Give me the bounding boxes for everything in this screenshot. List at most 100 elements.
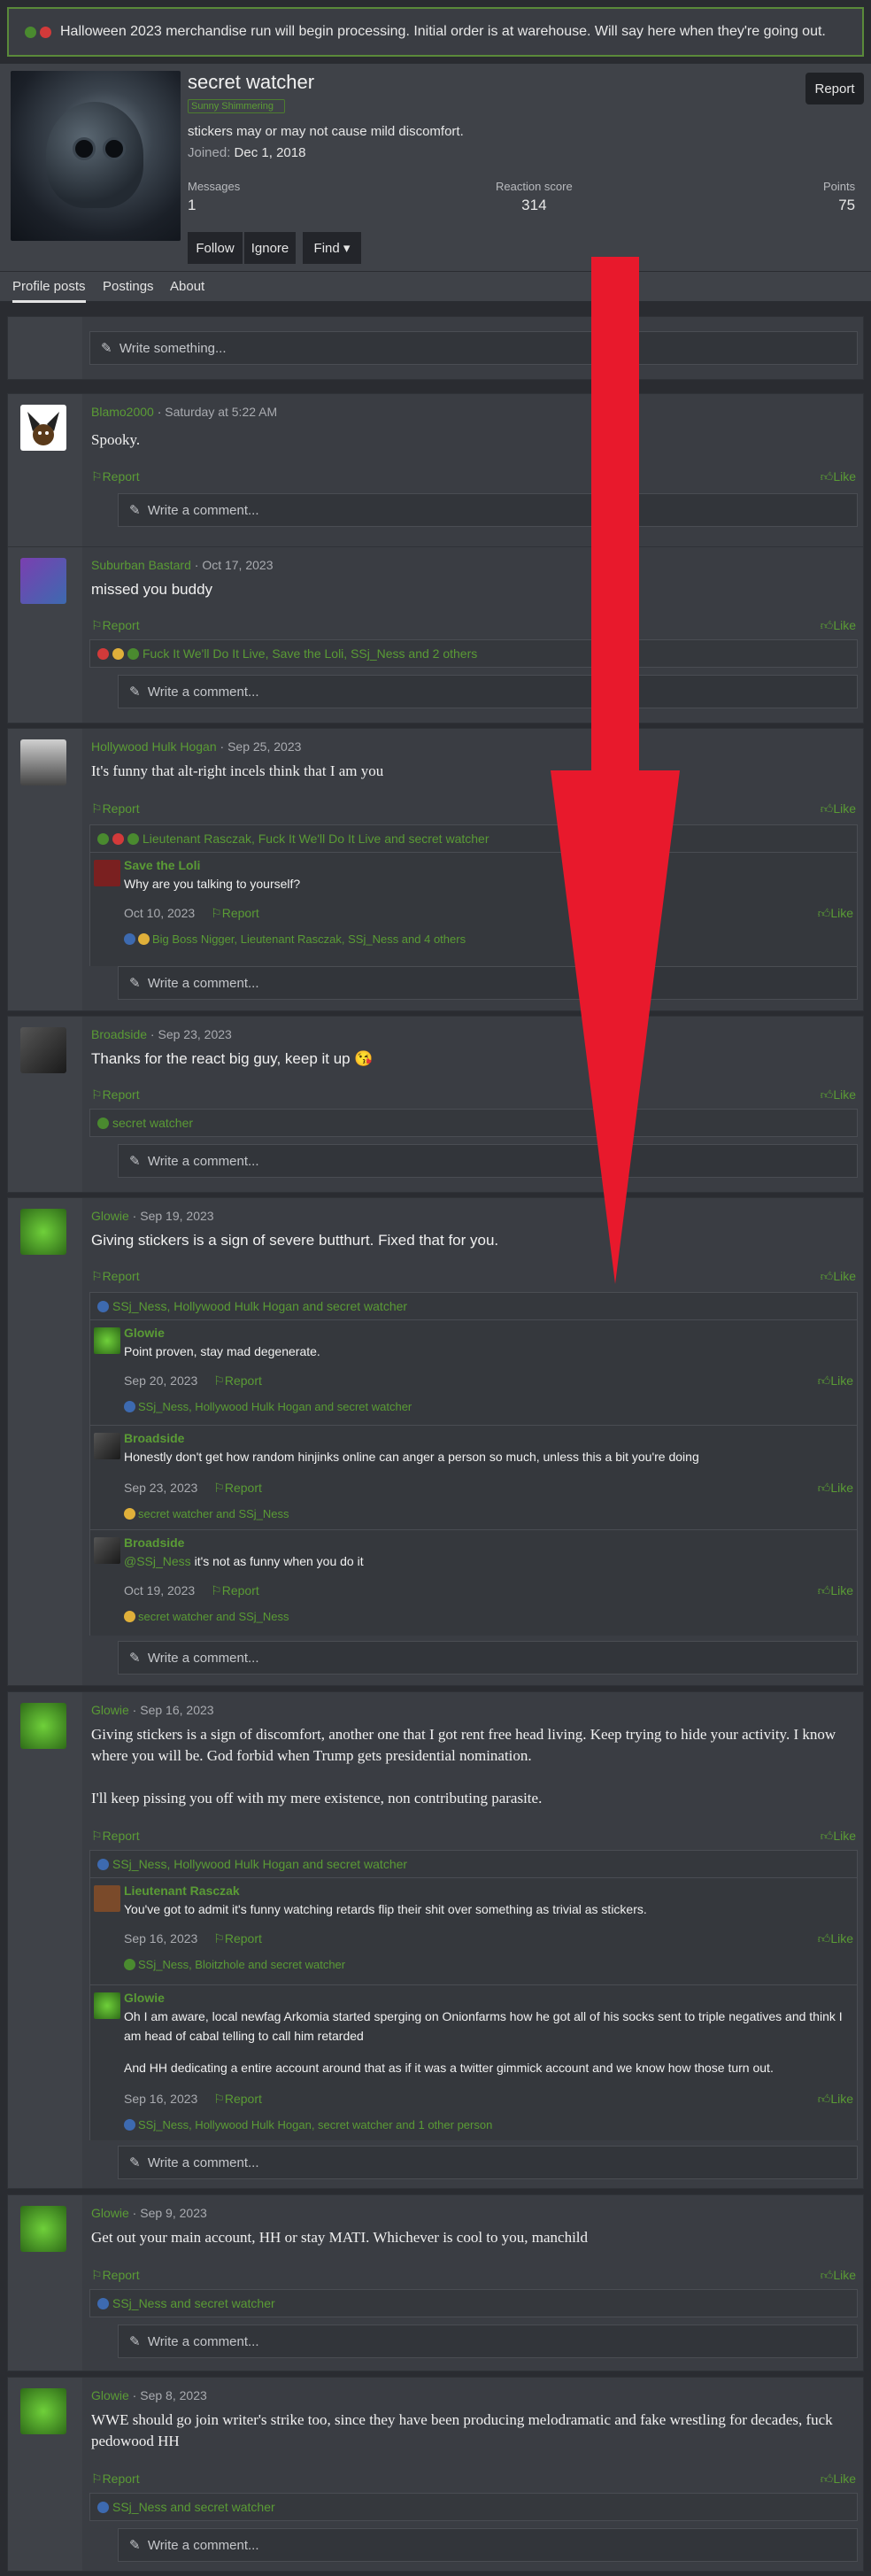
comment-date[interactable]: Sep 20, 2023 — [124, 1373, 197, 1388]
reactions-bar[interactable]: SSj_Ness and secret watcher — [89, 2493, 858, 2521]
comment-author[interactable]: Broadside — [124, 1536, 184, 1550]
report-link[interactable]: ⚐Report — [211, 1583, 259, 1597]
post-date[interactable]: Sep 25, 2023 — [227, 739, 301, 754]
post-date[interactable]: Oct 17, 2023 — [202, 558, 273, 572]
post-date[interactable]: Sep 9, 2023 — [140, 2206, 207, 2220]
comment-input[interactable]: ✎ Write a comment... — [118, 2146, 858, 2179]
comment-input[interactable]: ✎ Write a comment... — [118, 1144, 858, 1178]
reactions-bar[interactable]: SSj_Ness and secret watcher — [89, 2289, 858, 2317]
like-link[interactable]: 👍︎Like — [821, 2472, 856, 2487]
post-author[interactable]: Glowie — [91, 1703, 129, 1717]
avatar[interactable] — [20, 739, 66, 785]
report-link[interactable]: ⚐Report — [213, 1931, 262, 1946]
reactions-bar[interactable]: SSj_Ness, Hollywood Hulk Hogan, secret w… — [124, 2118, 492, 2131]
avatar[interactable] — [20, 558, 66, 604]
comment-author[interactable]: Glowie — [124, 1326, 165, 1340]
tab-profile-posts[interactable]: Profile posts — [12, 279, 86, 303]
report-link[interactable]: ⚐Report — [91, 1269, 140, 1284]
avatar[interactable] — [20, 405, 66, 451]
post-author[interactable]: Suburban Bastard — [91, 558, 191, 572]
stat-points[interactable]: Points 75 — [823, 180, 855, 214]
avatar[interactable] — [94, 1992, 120, 2019]
report-button[interactable]: Report — [805, 73, 864, 104]
profile-avatar[interactable] — [11, 71, 181, 241]
reactions-bar[interactable]: SSj_Ness, Hollywood Hulk Hogan and secre… — [124, 1400, 412, 1413]
avatar[interactable] — [94, 1327, 120, 1354]
post-date[interactable]: Sep 19, 2023 — [140, 1209, 213, 1223]
post-author[interactable]: Glowie — [91, 1209, 129, 1223]
report-link[interactable]: ⚐Report — [91, 618, 140, 633]
like-link[interactable]: 👍︎Like — [821, 1269, 856, 1284]
post-author[interactable]: Glowie — [91, 2388, 129, 2402]
avatar[interactable] — [20, 1703, 66, 1749]
like-link[interactable]: 👍︎Like — [818, 906, 853, 921]
report-link[interactable]: ⚐Report — [91, 2472, 140, 2487]
like-link[interactable]: 👍︎Like — [818, 1583, 853, 1598]
stat-reaction-score[interactable]: Reaction score 314 — [496, 180, 573, 214]
user-mention[interactable]: @SSj_Ness — [124, 1554, 191, 1568]
report-link[interactable]: ⚐Report — [91, 1087, 140, 1102]
avatar[interactable] — [94, 1885, 120, 1912]
comment-author[interactable]: Broadside — [124, 1431, 184, 1445]
comment-date[interactable]: Oct 10, 2023 — [124, 906, 195, 920]
write-something-input[interactable]: ✎ Write something... — [89, 331, 858, 365]
report-link[interactable]: ⚐Report — [213, 2092, 262, 2106]
comment-author[interactable]: Lieutenant Rasczak — [124, 1884, 240, 1898]
like-link[interactable]: 👍︎Like — [818, 1373, 853, 1389]
report-link[interactable]: ⚐Report — [213, 1481, 262, 1495]
comment-input[interactable]: ✎ Write a comment... — [118, 1641, 858, 1675]
report-link[interactable]: ⚐Report — [211, 906, 259, 920]
report-link[interactable]: ⚐Report — [91, 2268, 140, 2283]
post-author[interactable]: Glowie — [91, 2206, 129, 2220]
reactions-bar[interactable]: Lieutenant Rasczak, Fuck It We'll Do It … — [89, 824, 858, 853]
like-link[interactable]: 👍︎Like — [821, 469, 856, 484]
tab-postings[interactable]: Postings — [103, 279, 154, 294]
comment-input[interactable]: ✎ Write a comment... — [118, 2325, 858, 2358]
like-link[interactable]: 👍︎Like — [821, 618, 856, 633]
reactions-bar[interactable]: secret watcher — [89, 1109, 858, 1137]
report-link[interactable]: ⚐Report — [213, 1373, 262, 1388]
ignore-button[interactable]: Ignore — [244, 232, 296, 264]
avatar[interactable] — [20, 2388, 66, 2434]
post-date[interactable]: Sep 16, 2023 — [140, 1703, 213, 1717]
follow-button[interactable]: Follow — [188, 232, 243, 264]
like-link[interactable]: 👍︎Like — [821, 1829, 856, 1844]
like-link[interactable]: 👍︎Like — [818, 1481, 853, 1496]
comment-input[interactable]: ✎ Write a comment... — [118, 966, 858, 1000]
comment-date[interactable]: Sep 16, 2023 — [124, 2092, 197, 2106]
like-link[interactable]: 👍︎Like — [818, 1931, 853, 1946]
comment-author[interactable]: Glowie — [124, 1991, 165, 2005]
reactions-bar[interactable]: SSj_Ness, Hollywood Hulk Hogan and secre… — [89, 1292, 858, 1320]
stat-messages[interactable]: Messages 1 — [188, 180, 240, 214]
post-author[interactable]: Broadside — [91, 1027, 147, 1041]
avatar[interactable] — [20, 2206, 66, 2252]
report-link[interactable]: ⚐Report — [91, 1829, 140, 1844]
avatar[interactable] — [94, 860, 120, 886]
post-author[interactable]: Blamo2000 — [91, 405, 154, 419]
comment-author[interactable]: Save the Loli — [124, 858, 200, 872]
post-date[interactable]: Saturday at 5:22 AM — [165, 405, 277, 419]
like-link[interactable]: 👍︎Like — [818, 2092, 853, 2107]
comment-input[interactable]: ✎ Write a comment... — [118, 675, 858, 708]
comment-date[interactable]: Sep 16, 2023 — [124, 1931, 197, 1946]
reactions-bar[interactable]: secret watcher and SSj_Ness — [124, 1507, 289, 1520]
avatar[interactable] — [20, 1209, 66, 1255]
like-link[interactable]: 👍︎Like — [821, 801, 856, 816]
like-link[interactable]: 👍︎Like — [821, 2268, 856, 2283]
report-link[interactable]: ⚐Report — [91, 801, 140, 816]
find-dropdown-button[interactable]: Find ▾ — [303, 232, 361, 264]
avatar[interactable] — [94, 1537, 120, 1564]
reactions-bar[interactable]: Big Boss Nigger, Lieutenant Rasczak, SSj… — [124, 932, 466, 946]
reactions-bar[interactable]: SSj_Ness, Hollywood Hulk Hogan and secre… — [89, 1850, 858, 1878]
comment-input[interactable]: ✎ Write a comment... — [118, 2528, 858, 2562]
post-date[interactable]: Sep 8, 2023 — [140, 2388, 207, 2402]
avatar[interactable] — [94, 1433, 120, 1459]
avatar[interactable] — [20, 1027, 66, 1073]
reactions-bar[interactable]: Fuck It We'll Do It Live, Save the Loli,… — [89, 639, 858, 668]
post-date[interactable]: Sep 23, 2023 — [158, 1027, 232, 1041]
comment-date[interactable]: Oct 19, 2023 — [124, 1583, 195, 1597]
comment-input[interactable]: ✎ Write a comment... — [118, 493, 858, 527]
report-link[interactable]: ⚐Report — [91, 469, 140, 484]
reactions-bar[interactable]: secret watcher and SSj_Ness — [124, 1610, 289, 1623]
post-author[interactable]: Hollywood Hulk Hogan — [91, 739, 217, 754]
